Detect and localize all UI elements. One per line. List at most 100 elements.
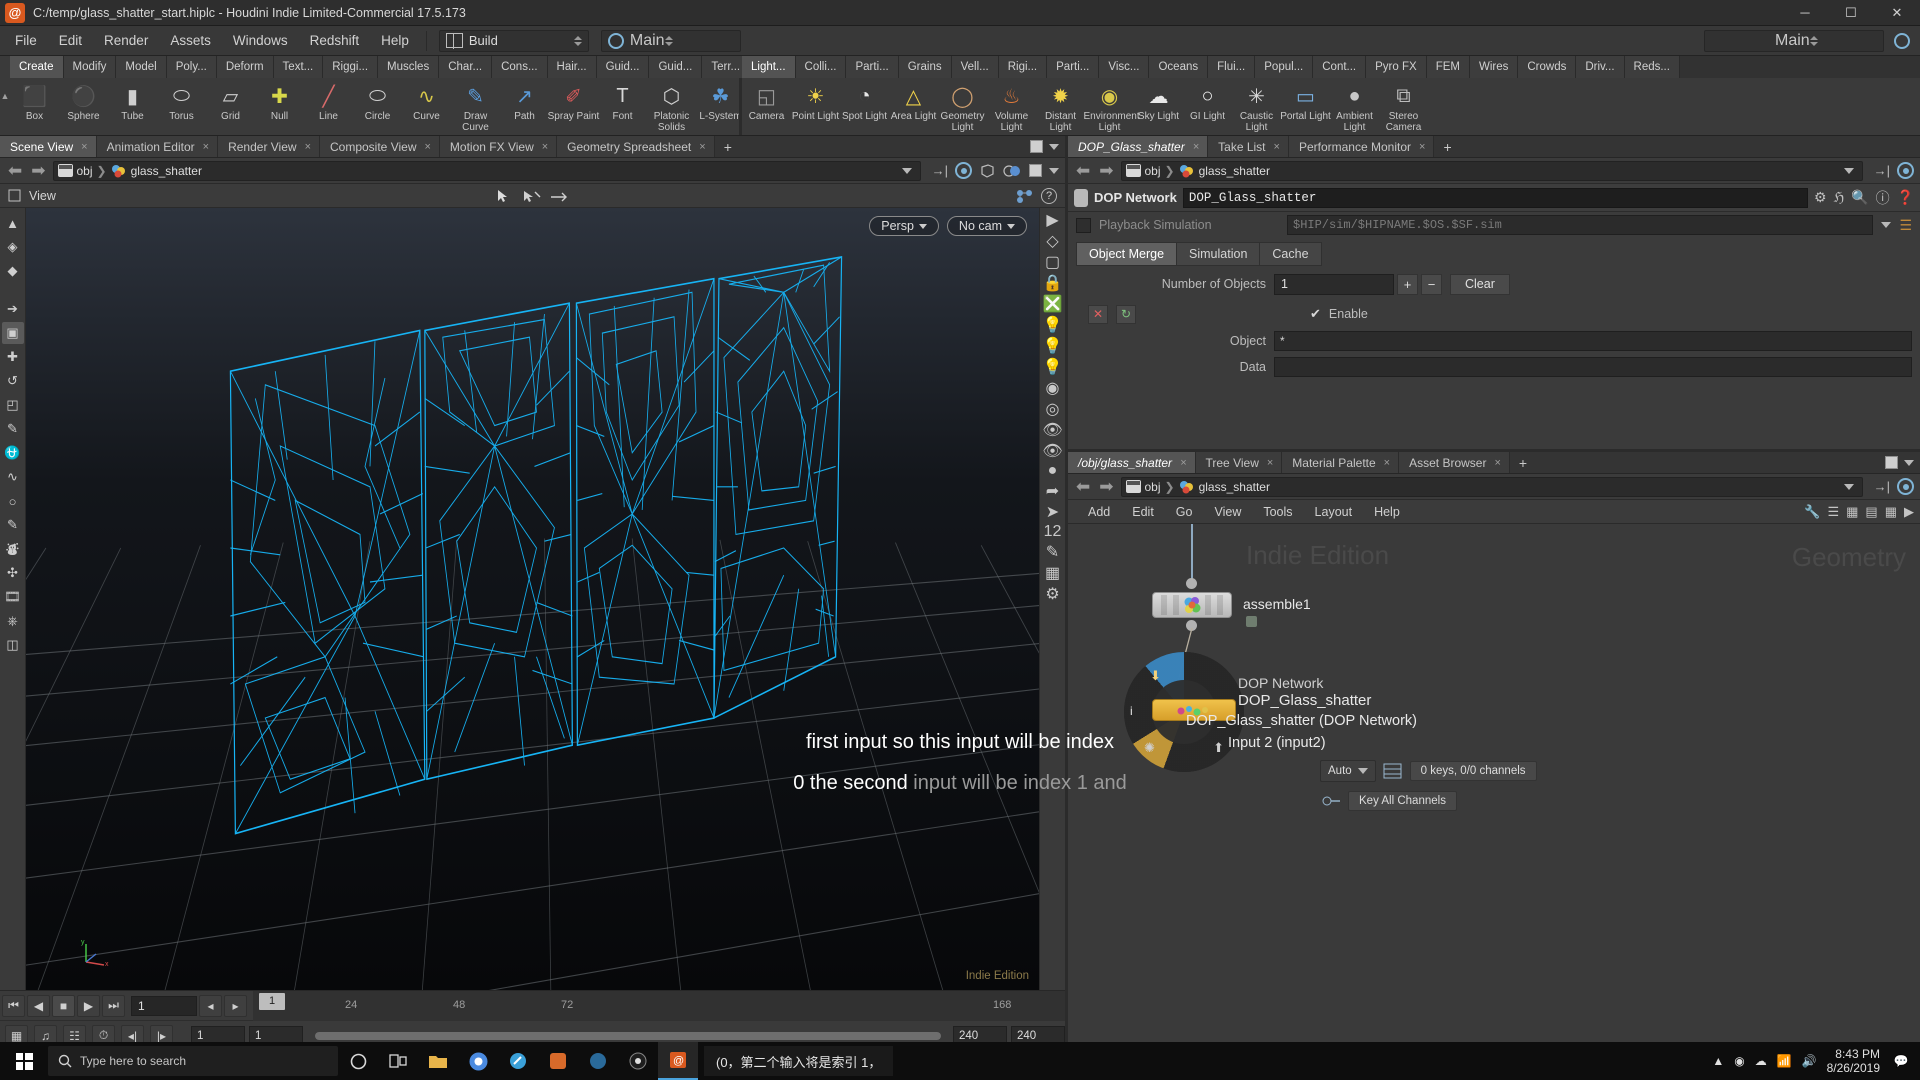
tab-add-button[interactable]: + xyxy=(715,136,741,157)
info-icon[interactable]: ⓘ xyxy=(1876,188,1890,208)
close-icon[interactable]: × xyxy=(542,141,548,153)
net-tab--obj-glass-shatter[interactable]: /obj/glass_shatter × xyxy=(1068,452,1196,473)
node-info-icon[interactable]: i xyxy=(1130,704,1133,718)
right-pane-spinner[interactable] xyxy=(1809,35,1818,46)
object-field[interactable]: * xyxy=(1274,331,1912,351)
tray-cloud-icon[interactable]: ☁ xyxy=(1755,1054,1767,1068)
nuke-icon[interactable] xyxy=(618,1042,658,1080)
shelf-scroll-up-icon[interactable]: ▲ xyxy=(0,56,10,135)
view-opt-normals-icon[interactable]: ➦ xyxy=(1046,481,1059,501)
table-icon[interactable]: ▦ xyxy=(1885,504,1897,520)
shelf-tool-spot-light[interactable]: ◔ Spot Light xyxy=(840,81,889,123)
pane-spinner[interactable] xyxy=(664,35,673,46)
network-canvas[interactable]: Indie Edition Geometry assemble1 ⬇ ✺ ⬆ i… xyxy=(1068,524,1920,1050)
play-button[interactable]: ▶ xyxy=(77,994,100,1017)
view-menu-icon[interactable] xyxy=(8,189,21,202)
chevron-down-icon[interactable] xyxy=(1881,222,1892,228)
number-of-objects-field[interactable]: 1 xyxy=(1274,273,1394,295)
shelf-tool-circle[interactable]: ⬭ Circle xyxy=(353,81,402,123)
net-tab-tree-view[interactable]: Tree View × xyxy=(1195,452,1283,473)
shelf-tool-geometry-light[interactable]: ◯ Geometry Light xyxy=(938,81,987,133)
menu-windows[interactable]: Windows xyxy=(222,29,299,52)
radial-menu-settings-icon[interactable]: ✺ xyxy=(1144,740,1155,756)
network-menu-layout[interactable]: Layout xyxy=(1305,503,1363,521)
target-icon[interactable] xyxy=(1897,162,1914,179)
view-opt-xray-icon[interactable]: 👁 xyxy=(1042,420,1062,440)
list-view-icon[interactable]: ☰ xyxy=(1827,504,1839,520)
gear-icon[interactable] xyxy=(1894,32,1910,49)
net-path-node[interactable]: glass_shatter xyxy=(1199,480,1270,494)
handle-icon[interactable] xyxy=(520,188,544,204)
parameter-menu-icon[interactable]: ☰ xyxy=(1899,217,1912,234)
view-opt-lights-icon[interactable]: 💡 xyxy=(1043,357,1063,377)
menu-help[interactable]: Help xyxy=(370,29,420,52)
search-icon[interactable]: 🔍 xyxy=(1851,189,1868,206)
nav-back-icon[interactable]: ⬅ xyxy=(6,161,24,181)
tray-volume-icon[interactable]: 🔊 xyxy=(1802,1054,1817,1068)
param-tab-object-merge[interactable]: Object Merge xyxy=(1076,242,1177,266)
net-nav-back-icon[interactable]: ⬅ xyxy=(1074,477,1092,497)
shelf-tool-grid[interactable]: ▱ Grid xyxy=(206,81,255,123)
notification-center-icon[interactable]: 💬 xyxy=(1890,1046,1912,1076)
shelf-tool-sphere[interactable]: ⚫ Sphere xyxy=(59,81,108,123)
network-menu-view[interactable]: View xyxy=(1204,503,1251,521)
stop-button[interactable]: ■ xyxy=(52,994,75,1017)
view-opt-vectors-icon[interactable]: ➤ xyxy=(1046,502,1059,522)
range-slider-bar[interactable] xyxy=(315,1031,941,1040)
shelf-tab-right-2[interactable]: Parti... xyxy=(846,56,899,78)
path-dropdown-icon[interactable] xyxy=(901,167,912,174)
shelf-tool-portal-light[interactable]: ▭ Portal Light xyxy=(1280,81,1331,123)
shelf-tab-right-3[interactable]: Grains xyxy=(898,56,952,78)
view-tool-face-icon[interactable]: ◆ xyxy=(2,260,24,282)
maximize-pane-icon[interactable] xyxy=(1030,140,1043,153)
shelf-tab-left-5[interactable]: Text... xyxy=(273,56,324,78)
param-tab-add-button[interactable]: + xyxy=(1434,136,1460,157)
view-tool-snap-icon[interactable]: ✣ xyxy=(2,562,24,584)
shelf-tab-right-0[interactable]: Light... xyxy=(742,56,796,78)
desktop-selector[interactable]: Build xyxy=(438,29,589,52)
pane-selector[interactable]: Main xyxy=(600,29,741,52)
view-opt-displacement-icon[interactable]: ◉ xyxy=(1046,378,1060,398)
shelf-tool-box[interactable]: ⬛ Box xyxy=(10,81,59,123)
shelf-tool-point-light[interactable]: ☀ Point Light xyxy=(791,81,840,123)
shelf-tab-right-12[interactable]: Pyro FX xyxy=(1366,56,1427,78)
shelf-tab-left-2[interactable]: Model xyxy=(116,56,167,78)
network-menu-go[interactable]: Go xyxy=(1166,503,1203,521)
key-channel-icon[interactable] xyxy=(1320,791,1342,811)
shelf-tab-left-8[interactable]: Char... xyxy=(439,56,493,78)
key-all-channels-button[interactable]: Key All Channels xyxy=(1348,791,1457,811)
shelf-tab-right-6[interactable]: Parti... xyxy=(1047,56,1100,78)
target-icon[interactable] xyxy=(955,162,972,179)
pane-menu-icon[interactable] xyxy=(1049,143,1059,150)
shelf-tool-environment-light[interactable]: ◉ Environment Light xyxy=(1084,81,1140,133)
radial-menu-down-icon[interactable]: ⬇ xyxy=(1150,668,1161,684)
pin-icon[interactable]: →| xyxy=(1874,479,1890,494)
view-opt-point-icon[interactable]: ● xyxy=(1048,462,1058,480)
view-tool-magnet-icon[interactable]: ⛎ xyxy=(2,442,24,464)
gear-icon[interactable]: ⚙ xyxy=(1814,189,1827,206)
shelf-tool-tube[interactable]: ▮ Tube xyxy=(108,81,157,123)
shelf-tab-left-12[interactable]: Guid... xyxy=(649,56,703,78)
tray-app-icon[interactable]: ◉ xyxy=(1734,1054,1744,1068)
minimize-button[interactable]: ─ xyxy=(1782,0,1828,26)
shelf-tool-caustic-light[interactable]: ✳ Caustic Light xyxy=(1232,81,1281,133)
playback-simulation-field[interactable]: $HIP/sim/$HIPNAME.$OS.$SF.sim xyxy=(1287,215,1874,235)
file-explorer-icon[interactable] xyxy=(418,1042,458,1080)
network-menu-edit[interactable]: Edit xyxy=(1122,503,1164,521)
maximize-button[interactable]: ☐ xyxy=(1828,0,1874,26)
close-icon[interactable]: × xyxy=(1274,141,1280,153)
shelf-tab-right-15[interactable]: Crowds xyxy=(1518,56,1577,78)
param-path-root[interactable]: obj xyxy=(1145,164,1161,178)
shelf-tool-null[interactable]: ✚ Null xyxy=(255,81,304,123)
clear-button[interactable]: Clear xyxy=(1450,273,1510,295)
shelf-tool-gi-light[interactable]: ○ GI Light xyxy=(1183,81,1232,123)
step-back-button[interactable]: ◀ xyxy=(27,994,50,1017)
view-opt-collapse-icon[interactable]: ▶ xyxy=(1046,210,1058,230)
nav-forward-icon[interactable]: ➡ xyxy=(29,161,47,181)
view-tool-arc-icon[interactable]: ⎈ xyxy=(2,610,24,632)
network-menu-add[interactable]: Add xyxy=(1078,503,1120,521)
param-tab-dop-glass-shatter[interactable]: DOP_Glass_shatter × xyxy=(1068,136,1209,157)
view-opt-headlight-icon[interactable]: 💡 xyxy=(1043,315,1063,335)
delete-entry-button[interactable]: ✕ xyxy=(1088,304,1108,324)
shelf-tool-distant-light[interactable]: ✹ Distant Light xyxy=(1036,81,1085,133)
